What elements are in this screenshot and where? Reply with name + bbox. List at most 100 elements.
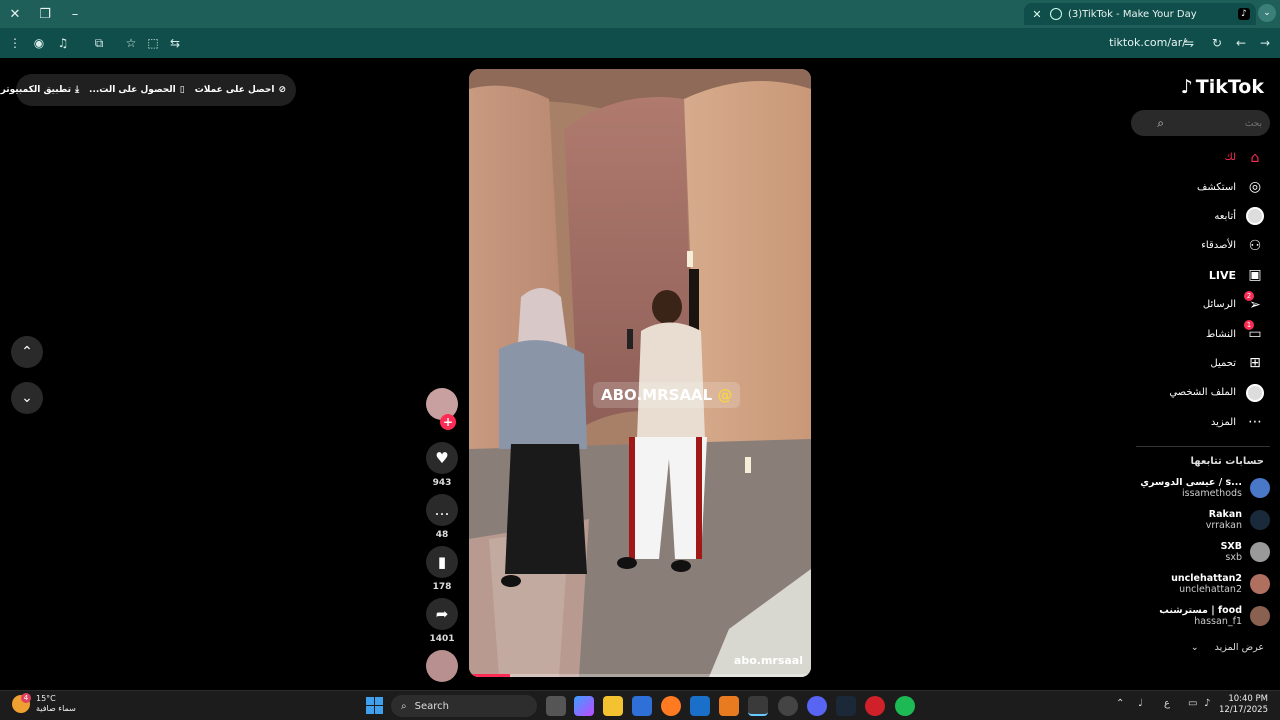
share-icon[interactable]: ➦ [426,598,458,630]
tiktok-logo[interactable]: ♪ TikTok [1181,76,1264,98]
share-count: 1401 [429,634,455,644]
show-more-label: عرض المزيد [1214,642,1264,653]
sidebar-item-0[interactable]: لك ⌂ [1124,143,1264,172]
search-box[interactable]: ⌕ [1131,110,1270,136]
app-red-icon[interactable] [865,696,885,716]
tiktok-favicon-icon: ♪ [1238,8,1250,20]
sidebar-item-7[interactable]: تحميل ⊞ [1124,349,1264,378]
github-icon[interactable] [778,696,798,716]
app-icon[interactable] [719,696,739,716]
following-account[interactable]: SXB sxb [1110,539,1270,565]
volume-icon[interactable]: ♪ [1204,698,1210,709]
comment-action[interactable]: … 48 [426,494,458,540]
extensions-icon[interactable]: ⧉ [90,34,108,52]
screenshot-icon[interactable]: ⬚ [144,34,162,52]
friends-icon: ⚇ [1248,237,1262,254]
account-username: hassan_f1 [1194,616,1242,627]
file-explorer-icon[interactable] [603,696,623,716]
following-account[interactable]: Rakan vrrakan [1110,507,1270,533]
get-app-button[interactable]: ▯ الحصول على الت... [89,85,185,95]
close-window-icon[interactable]: ✕ [4,4,26,24]
sidebar-item-5[interactable]: الرسائل ➢ 2 [1124,290,1264,319]
tab-close-icon[interactable]: ✕ [1030,8,1044,21]
get-coins-button[interactable]: ⊘ احصل على عملات [195,85,286,95]
microphone-icon[interactable]: ♩ [1138,698,1143,709]
language-indicator[interactable]: ع [1164,698,1170,709]
sidebar-item-1[interactable]: استكشف ◎ [1124,172,1264,201]
taskbar-search[interactable]: ⌕ Search [391,695,537,717]
video-progress-bar[interactable] [469,674,811,677]
save-action[interactable]: ▮ 178 [426,546,458,592]
task-view-icon[interactable] [546,696,566,716]
next-video-button[interactable]: ⌄ [11,382,43,414]
comment-icon[interactable]: … [426,494,458,526]
store-icon[interactable] [632,696,652,716]
sound-avatar[interactable] [426,650,458,682]
translate-icon[interactable]: ⇆ [166,34,184,52]
firefox-icon[interactable] [661,696,681,716]
following-account[interactable]: unclehattan2 unclehattan2 [1110,571,1270,597]
sidebar-item-label: النشاط [1205,328,1236,340]
minimize-window-icon[interactable]: – [64,4,86,24]
system-clock[interactable]: 10:40 PM 12/17/2025 [1219,694,1268,716]
restore-window-icon[interactable]: ❐ [34,4,56,24]
avatar [1250,542,1270,562]
sidebar-item-label: المزيد [1210,416,1236,428]
search-icon[interactable]: ⌕ [1157,116,1164,131]
sidebar-item-4[interactable]: LIVE ▣ [1124,261,1264,290]
share-action[interactable]: ➦ 1401 [426,598,458,644]
avatar [1250,510,1270,530]
site-settings-icon[interactable]: ⇋ [1180,34,1198,52]
sidebar-item-8[interactable]: الملف الشخصي [1124,378,1264,407]
back-icon[interactable]: ← [1232,34,1250,52]
video-progress-fill [469,674,511,677]
search-input[interactable] [1172,118,1262,128]
bookmark-icon[interactable]: ▮ [426,546,458,578]
browser-tab-bar: ✕ ❐ – + ✕ (3)TikTok - Make Your Day ♪ ⌄ [0,0,1280,28]
heart-icon[interactable]: ♥ [426,442,458,474]
reload-icon[interactable]: ↻ [1208,34,1226,52]
desktop-app-button[interactable]: ⤓ تطبيق الكمبيوتر [1,85,79,95]
account-username: issamethods [1182,488,1242,499]
get-coins-label: احصل على عملات [194,85,275,95]
notification-badge: 1 [1244,320,1254,331]
sidebar-item-label: أتابعه [1214,210,1236,222]
search-icon: ⌕ [401,700,407,712]
video-player[interactable]: ABO.MRSAAL @ abo.mrsaal [469,69,811,677]
spotify-icon[interactable] [895,696,915,716]
show-more-button[interactable]: ⌄ عرض المزيد [1191,642,1264,653]
chrome-icon[interactable] [748,696,768,716]
clock-time: 10:40 PM [1228,694,1268,704]
like-action[interactable]: ♥ 943 [426,442,458,488]
follow-plus-button[interactable]: + [440,414,456,430]
windows-start-icon[interactable] [366,697,383,714]
menu-dots-icon[interactable]: ⋮ [6,34,24,52]
network-icon[interactable]: ▭ [1188,698,1197,709]
tray-chevron-icon[interactable]: ⌃ [1116,698,1124,709]
discord-icon[interactable] [807,696,827,716]
steam-icon[interactable] [836,696,856,716]
sidebar-item-9[interactable]: المزيد ⋯ [1124,408,1264,437]
copilot-icon[interactable] [574,696,594,716]
creator-avatar[interactable]: + [426,388,458,430]
weather-widget[interactable]: 4 15°C سماء صافية [12,693,76,714]
previous-video-button[interactable]: ⌃ [11,336,43,368]
address-bar[interactable]: tiktok.com/ar/ [1109,36,1186,49]
following-account[interactable]: مسترشنب | food hassan_f1 [1110,603,1270,629]
live-icon: ▣ [1248,267,1262,284]
account-username: sxb [1225,552,1242,563]
media-control-icon[interactable]: ♫ [54,34,72,52]
sidebar-item-2[interactable]: أتابعه [1124,202,1264,231]
bookmark-star-icon[interactable]: ☆ [122,34,140,52]
tab-search-icon[interactable]: ⌄ [1258,4,1276,22]
following-account[interactable]: عيسى الدوسري / s... issamethods [1110,475,1270,501]
browser-tab[interactable]: ✕ (3)TikTok - Make Your Day ♪ [1024,3,1256,25]
chevron-up-icon: ⌃ [21,344,33,360]
sidebar-item-label: الملف الشخصي [1169,387,1236,399]
profile-avatar-icon[interactable]: ◉ [30,34,48,52]
forward-icon[interactable]: → [1256,34,1274,52]
avatar [1250,478,1270,498]
sidebar-item-6[interactable]: النشاط ▭ 1 [1124,319,1264,348]
sidebar-item-3[interactable]: الأصدقاء ⚇ [1124,231,1264,260]
outlook-icon[interactable] [690,696,710,716]
